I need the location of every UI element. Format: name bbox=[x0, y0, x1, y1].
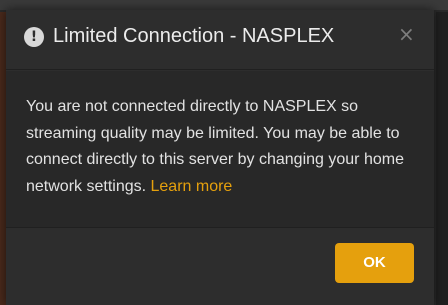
dialog-title: Limited Connection - NASPLEX bbox=[53, 25, 335, 47]
ok-button[interactable]: OK bbox=[335, 243, 414, 283]
dialog-message: You are not connected directly to NASPLE… bbox=[26, 94, 414, 200]
learn-more-link[interactable]: Learn more bbox=[151, 178, 233, 195]
exclamation-circle-icon: ! bbox=[24, 27, 44, 47]
backdrop-right-panel bbox=[436, 12, 448, 305]
backdrop-top-bar bbox=[0, 0, 448, 10]
dialog-body: You are not connected directly to NASPLE… bbox=[6, 71, 434, 227]
limited-connection-dialog: ! Limited Connection - NASPLEX × You are… bbox=[6, 10, 434, 305]
dialog-footer: OK bbox=[6, 227, 434, 305]
close-icon[interactable]: × bbox=[398, 24, 415, 44]
dialog-header: ! Limited Connection - NASPLEX × bbox=[6, 10, 434, 70]
